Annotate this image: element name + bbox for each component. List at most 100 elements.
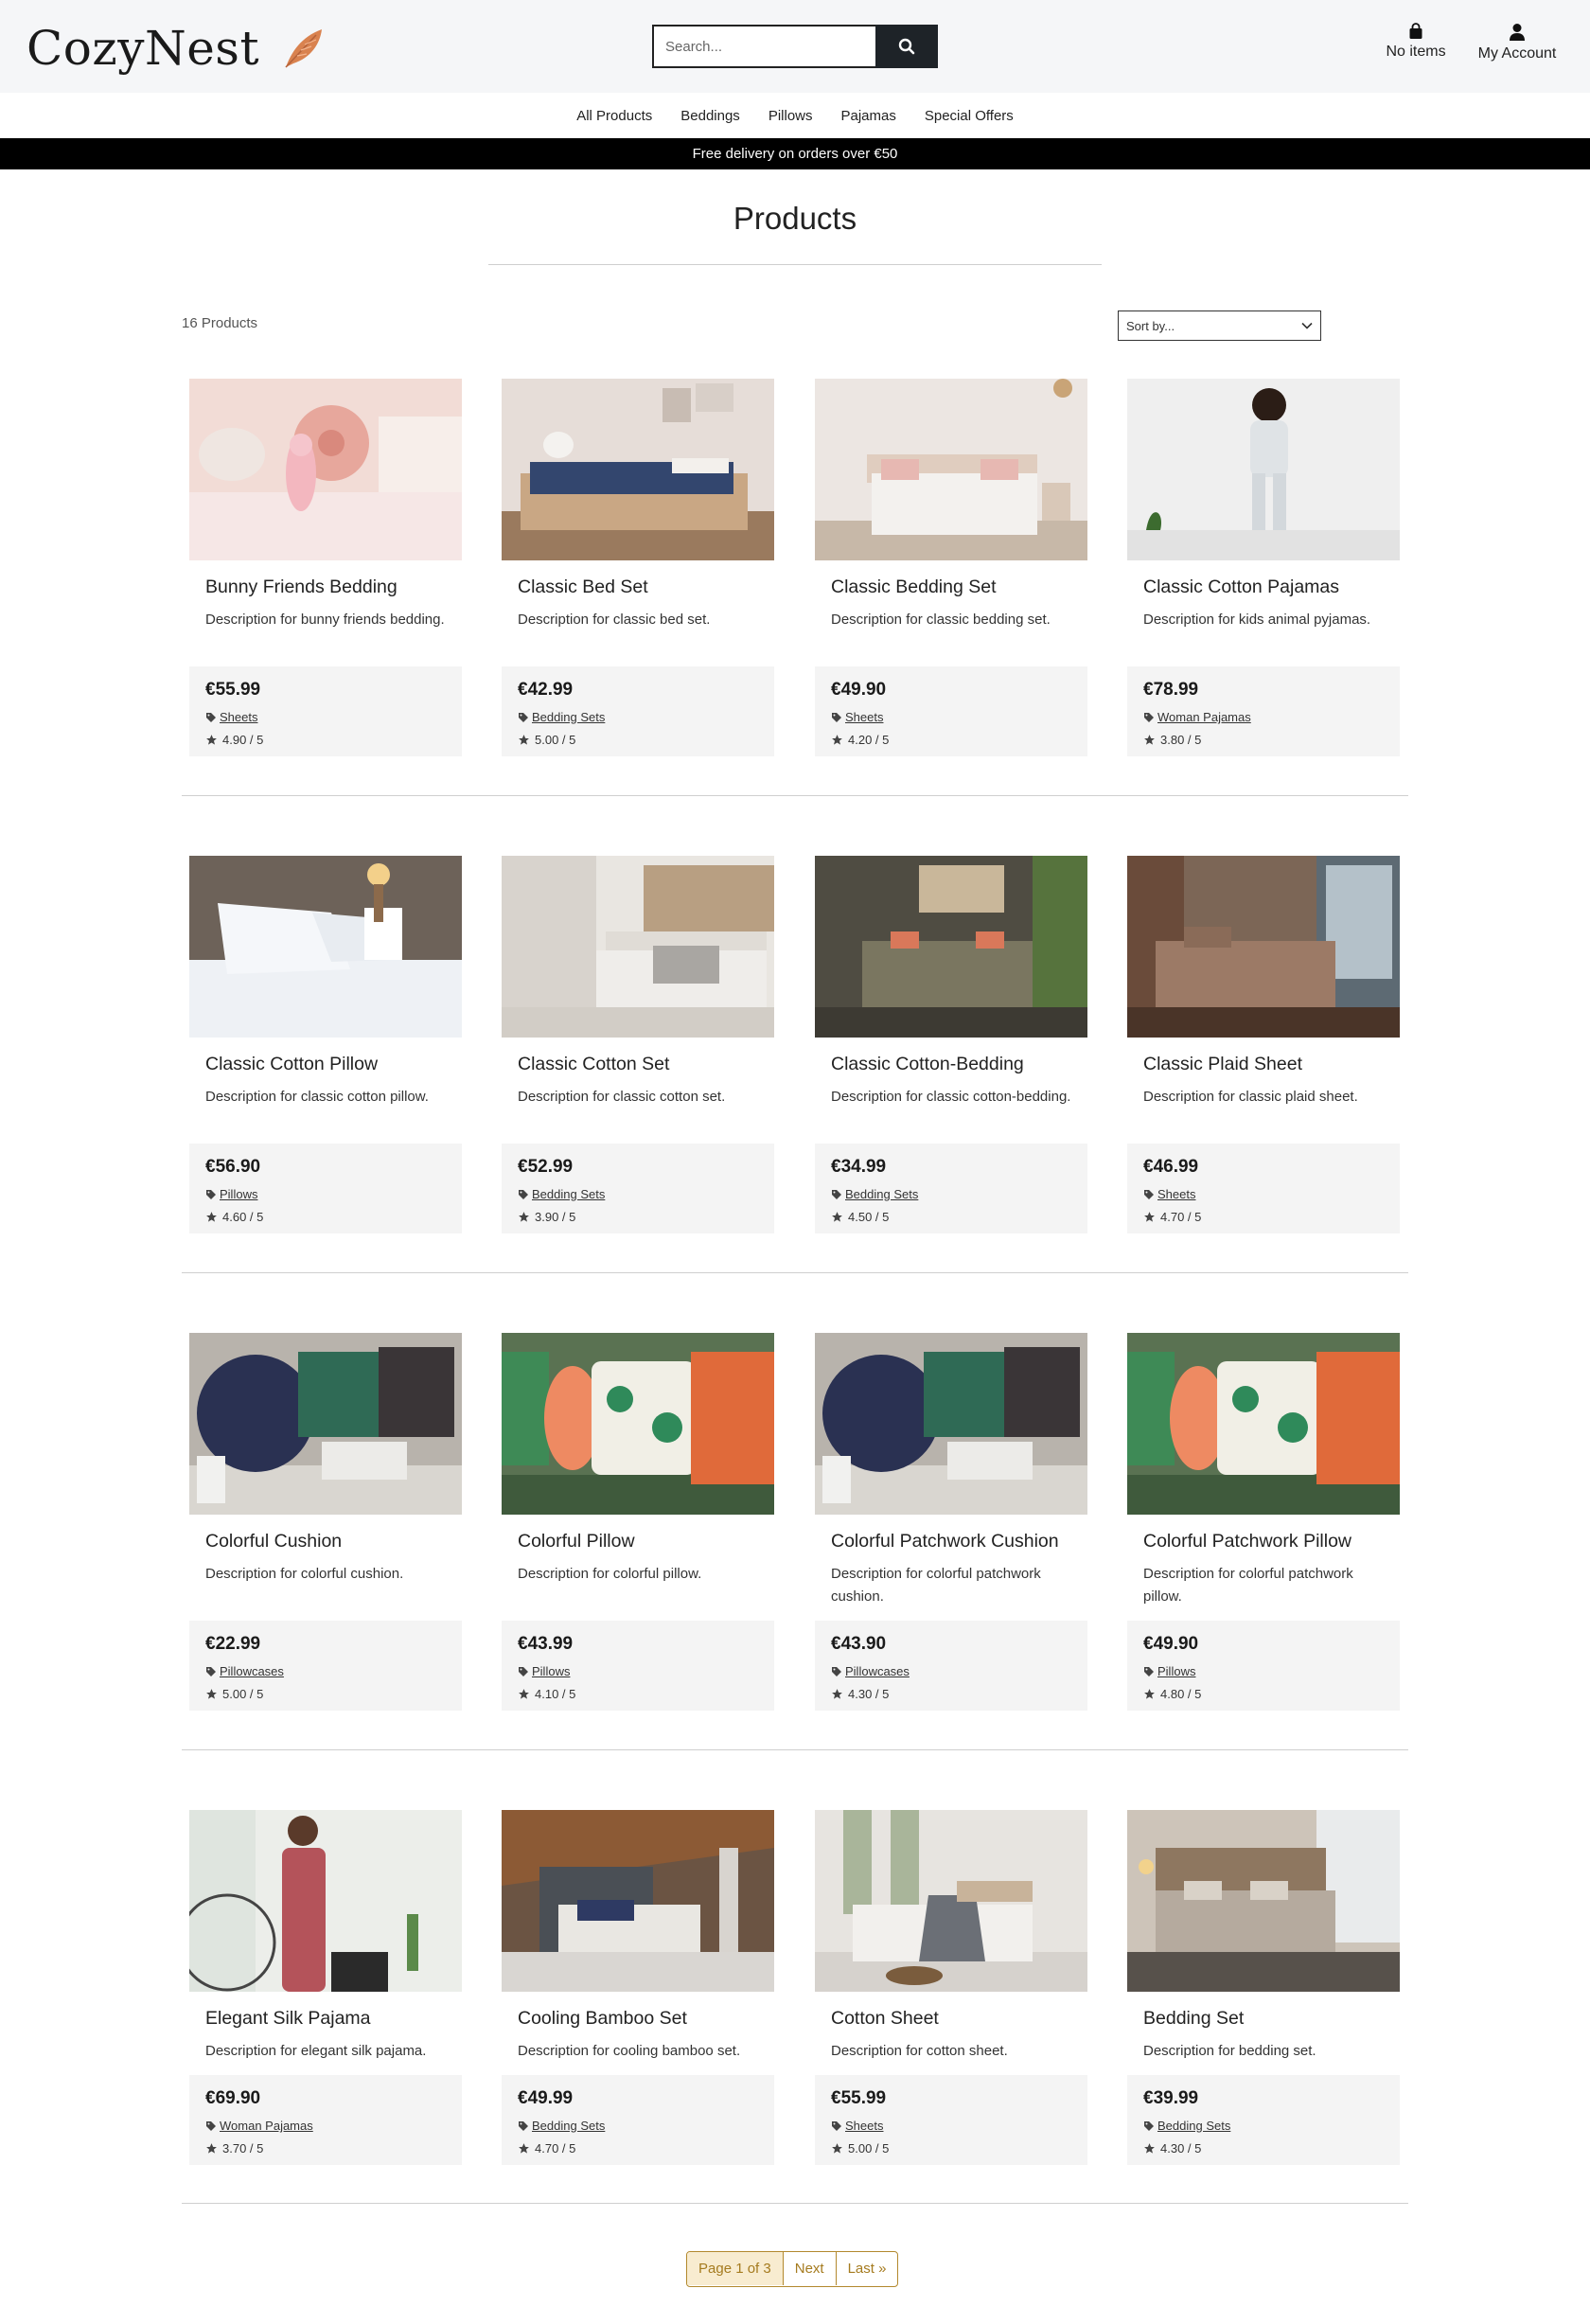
search-input[interactable]	[652, 25, 875, 68]
category-link[interactable]: Woman Pajamas	[1157, 710, 1251, 724]
product-category: Bedding Sets	[518, 2119, 605, 2133]
category-link[interactable]: Sheets	[1157, 1187, 1195, 1201]
product-title[interactable]: Classic Bed Set	[518, 577, 771, 598]
product-title[interactable]: Cooling Bamboo Set	[518, 2008, 771, 2030]
product-image[interactable]	[1127, 379, 1400, 560]
star-icon	[1144, 2143, 1155, 2154]
title-divider	[488, 264, 1102, 265]
product-card: Colorful Pillow Description for colorful…	[502, 1333, 774, 1712]
product-card: Cooling Bamboo Set Description for cooli…	[502, 1810, 774, 2189]
sort-label: Sort by...	[1126, 318, 1175, 333]
product-title[interactable]: Colorful Patchwork Pillow	[1143, 1531, 1397, 1552]
product-image[interactable]	[502, 1333, 774, 1515]
product-meta: €34.99 Bedding Sets 4.50 / 5	[815, 1144, 1087, 1233]
brand-name[interactable]: CozyNest	[26, 21, 259, 76]
star-icon	[206, 1212, 217, 1222]
tag-icon	[206, 712, 216, 722]
product-title[interactable]: Colorful Cushion	[205, 1531, 459, 1552]
product-image[interactable]	[815, 1333, 1087, 1515]
product-title[interactable]: Bedding Set	[1143, 2008, 1397, 2030]
brand-logo[interactable]: CozyNest	[26, 21, 327, 76]
tag-icon	[519, 1666, 528, 1676]
product-rating: 5.00 / 5	[205, 1687, 263, 1701]
product-image[interactable]	[815, 856, 1087, 1038]
category-link[interactable]: Pillowcases	[220, 1664, 284, 1678]
category-link[interactable]: Bedding Sets	[845, 1187, 918, 1201]
product-image[interactable]	[189, 1333, 462, 1515]
product-image[interactable]	[1127, 1810, 1400, 1992]
product-rating: 5.00 / 5	[518, 733, 575, 747]
product-title[interactable]: Classic Cotton Set	[518, 1054, 771, 1075]
cart-button[interactable]: No items	[1378, 23, 1454, 61]
nav-all-products[interactable]: All Products	[576, 108, 652, 124]
product-image[interactable]	[1127, 1333, 1400, 1515]
star-icon	[832, 1689, 842, 1699]
product-card: Classic Cotton-Bedding Description for c…	[815, 856, 1087, 1234]
category-link[interactable]: Sheets	[220, 710, 257, 724]
product-title[interactable]: Colorful Pillow	[518, 1531, 771, 1552]
category-link[interactable]: Sheets	[845, 710, 883, 724]
product-image[interactable]	[1127, 856, 1400, 1038]
category-link[interactable]: Pillows	[1157, 1664, 1195, 1678]
product-title[interactable]: Bunny Friends Bedding	[205, 577, 459, 598]
product-description: Description for bedding set.	[1143, 2043, 1316, 2059]
product-image[interactable]	[189, 856, 462, 1038]
nav-beddings[interactable]: Beddings	[680, 108, 740, 124]
product-title[interactable]: Cotton Sheet	[831, 2008, 1085, 2030]
row-divider	[182, 2203, 1408, 2204]
category-link[interactable]: Pillows	[532, 1664, 570, 1678]
product-rating: 3.70 / 5	[205, 2141, 263, 2155]
product-meta: €46.99 Sheets 4.70 / 5	[1127, 1144, 1400, 1233]
product-title[interactable]: Classic Plaid Sheet	[1143, 1054, 1397, 1075]
product-image[interactable]	[502, 1810, 774, 1992]
star-icon	[519, 1689, 529, 1699]
product-price: €43.99	[518, 1634, 574, 1654]
product-image[interactable]	[189, 1810, 462, 1992]
star-icon	[832, 735, 842, 745]
main-nav: All Products Beddings Pillows Pajamas Sp…	[0, 93, 1590, 138]
product-price: €42.99	[518, 680, 574, 700]
tag-icon	[1144, 712, 1154, 722]
account-button[interactable]: My Account	[1470, 23, 1564, 62]
product-title[interactable]: Classic Cotton Pajamas	[1143, 577, 1397, 598]
category-link[interactable]: Woman Pajamas	[220, 2119, 313, 2133]
tag-icon	[206, 1666, 216, 1676]
product-title[interactable]: Classic Bedding Set	[831, 577, 1085, 598]
category-link[interactable]: Bedding Sets	[532, 1187, 605, 1201]
product-image[interactable]	[815, 379, 1087, 560]
product-image[interactable]	[502, 379, 774, 560]
product-title[interactable]: Colorful Patchwork Cushion	[831, 1531, 1085, 1552]
product-description: Description for classic bedding set.	[831, 612, 1051, 628]
product-image[interactable]	[502, 856, 774, 1038]
product-category: Pillowcases	[205, 1664, 284, 1678]
product-price: €52.99	[518, 1157, 574, 1177]
product-description: Description for cooling bamboo set.	[518, 2043, 741, 2059]
nav-special-offers[interactable]: Special Offers	[925, 108, 1014, 124]
sort-select[interactable]: Sort by...	[1118, 310, 1321, 341]
category-link[interactable]: Pillows	[220, 1187, 257, 1201]
product-title[interactable]: Elegant Silk Pajama	[205, 2008, 459, 2030]
product-card: Colorful Patchwork Pillow Description fo…	[1127, 1333, 1400, 1712]
product-title[interactable]: Classic Cotton-Bedding	[831, 1054, 1085, 1075]
category-link[interactable]: Sheets	[845, 2119, 883, 2133]
rating-value: 3.80 / 5	[1160, 733, 1202, 747]
next-page-button[interactable]: Next	[784, 2252, 837, 2285]
star-icon	[1144, 735, 1155, 745]
product-title[interactable]: Classic Cotton Pillow	[205, 1054, 459, 1075]
category-link[interactable]: Bedding Sets	[1157, 2119, 1230, 2133]
product-meta: €56.90 Pillows 4.60 / 5	[189, 1144, 462, 1233]
product-price: €56.90	[205, 1157, 261, 1177]
nav-pillows[interactable]: Pillows	[768, 108, 813, 124]
search-button[interactable]	[875, 25, 938, 68]
product-category: Sheets	[831, 710, 883, 724]
category-link[interactable]: Bedding Sets	[532, 710, 605, 724]
last-page-button[interactable]: Last »	[837, 2252, 898, 2285]
nav-pajamas[interactable]: Pajamas	[841, 108, 896, 124]
category-link[interactable]: Pillowcases	[845, 1664, 910, 1678]
promo-banner: Free delivery on orders over €50	[0, 138, 1590, 169]
tag-icon	[206, 1189, 216, 1199]
product-image[interactable]	[815, 1810, 1087, 1992]
rating-value: 4.60 / 5	[222, 1210, 264, 1224]
category-link[interactable]: Bedding Sets	[532, 2119, 605, 2133]
product-image[interactable]	[189, 379, 462, 560]
